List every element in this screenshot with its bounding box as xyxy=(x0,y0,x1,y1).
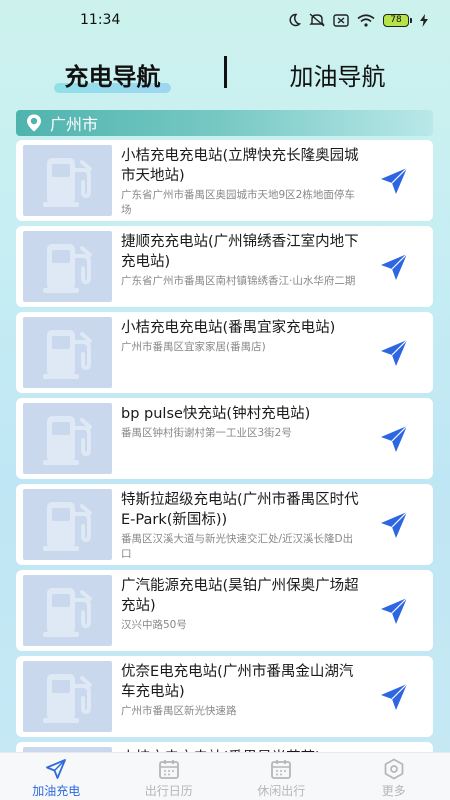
station-address: 番禺区钟村街谢村第一工业区3街2号 xyxy=(121,427,292,439)
fuel-pump-icon xyxy=(42,243,92,293)
station-thumbnail xyxy=(23,145,112,216)
status-time: 11:34 xyxy=(80,12,121,28)
navigate-button[interactable] xyxy=(377,250,411,284)
station-card[interactable]: 小桔充电充电站(立牌快充长隆奥园城市天地站) 广东省广州市番禺区奥园城市天地9区2… xyxy=(16,140,433,221)
station-thumbnail xyxy=(23,403,112,474)
station-address: 广东省广州市番禺区奥园城市天地9区2栋地面停车场 xyxy=(121,189,355,216)
station-info: 小桔充电充电站(番禺宜家充电站) 广州市番禺区宜家家居(番禺店) xyxy=(121,318,361,355)
station-info: 小桔充电充电站(立牌快充长隆奥园城市天地站) 广东省广州市番禺区奥园城市天地9区2… xyxy=(121,146,361,218)
station-name: 广汽能源充电站(昊铂广州保奥广场超充站) xyxy=(121,578,359,614)
bottom-nav: 加油充电 出行日历 休闲出行 更多 xyxy=(0,752,450,800)
station-list[interactable]: 小桔充电充电站(立牌快充长隆奥园城市天地站) 广东省广州市番禺区奥园城市天地9区2… xyxy=(16,140,433,752)
navigate-button[interactable] xyxy=(377,680,411,714)
navigate-arrow-icon xyxy=(46,759,67,779)
station-info: 广汽能源充电站(昊铂广州保奥广场超充站) 汉兴中路50号 xyxy=(121,576,361,633)
fuel-pump-icon xyxy=(42,157,92,207)
nav-label: 加油充电 xyxy=(32,784,81,798)
mute-icon xyxy=(309,13,325,27)
location-pin-icon xyxy=(27,114,41,132)
nav-label: 出行日历 xyxy=(144,784,193,798)
station-thumbnail xyxy=(23,317,112,388)
top-tabs: 充电导航 加油导航 xyxy=(0,52,450,96)
tab-label: 充电导航 xyxy=(64,62,161,91)
station-name: 小桔充电充电站(番禺宜家充电站) xyxy=(121,320,336,336)
station-name: 特斯拉超级充电站(广州市番禺区时代E-Park(新国标)) xyxy=(121,492,359,528)
battery-icon: 78 xyxy=(383,13,412,27)
navigate-arrow-icon xyxy=(381,511,408,538)
station-address: 广东省广州市番禺区南村镇锦绣香江·山水华府二期 xyxy=(121,275,356,287)
station-info: 优奈E电充电站(广州市番禺金山湖汽车充电站) 广州市番禺区新光快速路 xyxy=(121,662,361,719)
navigate-button[interactable] xyxy=(377,594,411,628)
station-card[interactable]: 广汽能源充电站(昊铂广州保奥广场超充站) 汉兴中路50号 xyxy=(16,570,433,651)
station-address: 番禺区汉溪大道与新光快速交汇处/近汉溪长隆D出口 xyxy=(121,533,354,560)
calendar-icon xyxy=(158,760,179,779)
station-address: 汉兴中路50号 xyxy=(121,619,187,631)
nav-item-more[interactable]: 更多 xyxy=(338,753,450,800)
nav-item-travel-calendar[interactable]: 出行日历 xyxy=(113,753,226,800)
tab-fuel-nav[interactable]: 加油导航 xyxy=(225,57,450,92)
city-bar[interactable]: 广州市 xyxy=(16,110,433,136)
status-icons: 78 xyxy=(287,13,428,27)
station-name: 优奈E电充电站(广州市番禺金山湖汽车充电站) xyxy=(121,664,354,700)
tab-charging-nav[interactable]: 充电导航 xyxy=(0,57,225,93)
hexagon-icon xyxy=(384,758,404,780)
fuel-pump-icon xyxy=(42,501,92,551)
station-thumbnail xyxy=(23,231,112,302)
charging-icon xyxy=(420,13,428,27)
station-card[interactable]: 捷顺充充电站(广州锦绣香江室内地下充电站) 广东省广州市番禺区南村镇锦绣香江·山水… xyxy=(16,226,433,307)
navigate-arrow-icon xyxy=(381,253,408,280)
nav-item-leisure-travel[interactable]: 休闲出行 xyxy=(225,753,338,800)
station-name: 小桔充电充电站(立牌快充长隆奥园城市天地站) xyxy=(121,148,359,184)
fuel-pump-icon xyxy=(42,329,92,379)
station-info: 捷顺充充电站(广州锦绣香江室内地下充电站) 广东省广州市番禺区南村镇锦绣香江·山水… xyxy=(121,232,361,289)
moon-icon xyxy=(289,13,301,27)
station-info: 特斯拉超级充电站(广州市番禺区时代E-Park(新国标)) 番禺区汉溪大道与新光快… xyxy=(121,490,361,562)
navigate-button[interactable] xyxy=(377,336,411,370)
station-thumbnail xyxy=(23,575,112,646)
tab-label: 加油导航 xyxy=(289,62,386,91)
navigate-arrow-icon xyxy=(381,167,408,194)
navigate-button[interactable] xyxy=(377,422,411,456)
battery-level: 78 xyxy=(383,13,409,27)
navigate-arrow-icon xyxy=(381,339,408,366)
station-name: bp pulse快充站(钟村充电站) xyxy=(121,406,311,422)
station-card[interactable]: 小桔充电充电站(番禺星光花苑) xyxy=(16,742,433,752)
station-address: 广州市番禺区宜家家居(番禺店) xyxy=(121,341,266,353)
station-thumbnail xyxy=(23,489,112,560)
fuel-pump-icon xyxy=(42,415,92,465)
city-name: 广州市 xyxy=(50,115,99,134)
status-bar: 11:34 78 xyxy=(0,0,450,40)
navigate-button[interactable] xyxy=(377,164,411,198)
navigate-arrow-icon xyxy=(381,425,408,452)
station-card[interactable]: 优奈E电充电站(广州市番禺金山湖汽车充电站) 广州市番禺区新光快速路 xyxy=(16,656,433,737)
station-info: bp pulse快充站(钟村充电站) 番禺区钟村街谢村第一工业区3街2号 xyxy=(121,404,361,441)
station-card[interactable]: 特斯拉超级充电站(广州市番禺区时代E-Park(新国标)) 番禺区汉溪大道与新光快… xyxy=(16,484,433,565)
nav-item-fuel-charge[interactable]: 加油充电 xyxy=(0,753,113,800)
nav-label: 更多 xyxy=(381,784,406,798)
sim-off-icon xyxy=(333,13,349,27)
navigate-arrow-icon xyxy=(381,683,408,710)
station-name: 捷顺充充电站(广州锦绣香江室内地下充电站) xyxy=(121,234,359,270)
calendar-icon xyxy=(271,760,292,779)
nav-label: 休闲出行 xyxy=(257,784,306,798)
navigate-arrow-icon xyxy=(381,597,408,624)
fuel-pump-icon xyxy=(42,587,92,637)
wifi-icon xyxy=(357,13,375,27)
station-thumbnail xyxy=(23,661,112,732)
navigate-button[interactable] xyxy=(377,508,411,542)
fuel-pump-icon xyxy=(42,673,92,723)
station-card[interactable]: bp pulse快充站(钟村充电站) 番禺区钟村街谢村第一工业区3街2号 xyxy=(16,398,433,479)
station-card[interactable]: 小桔充电充电站(番禺宜家充电站) 广州市番禺区宜家家居(番禺店) xyxy=(16,312,433,393)
station-address: 广州市番禺区新光快速路 xyxy=(121,705,237,717)
